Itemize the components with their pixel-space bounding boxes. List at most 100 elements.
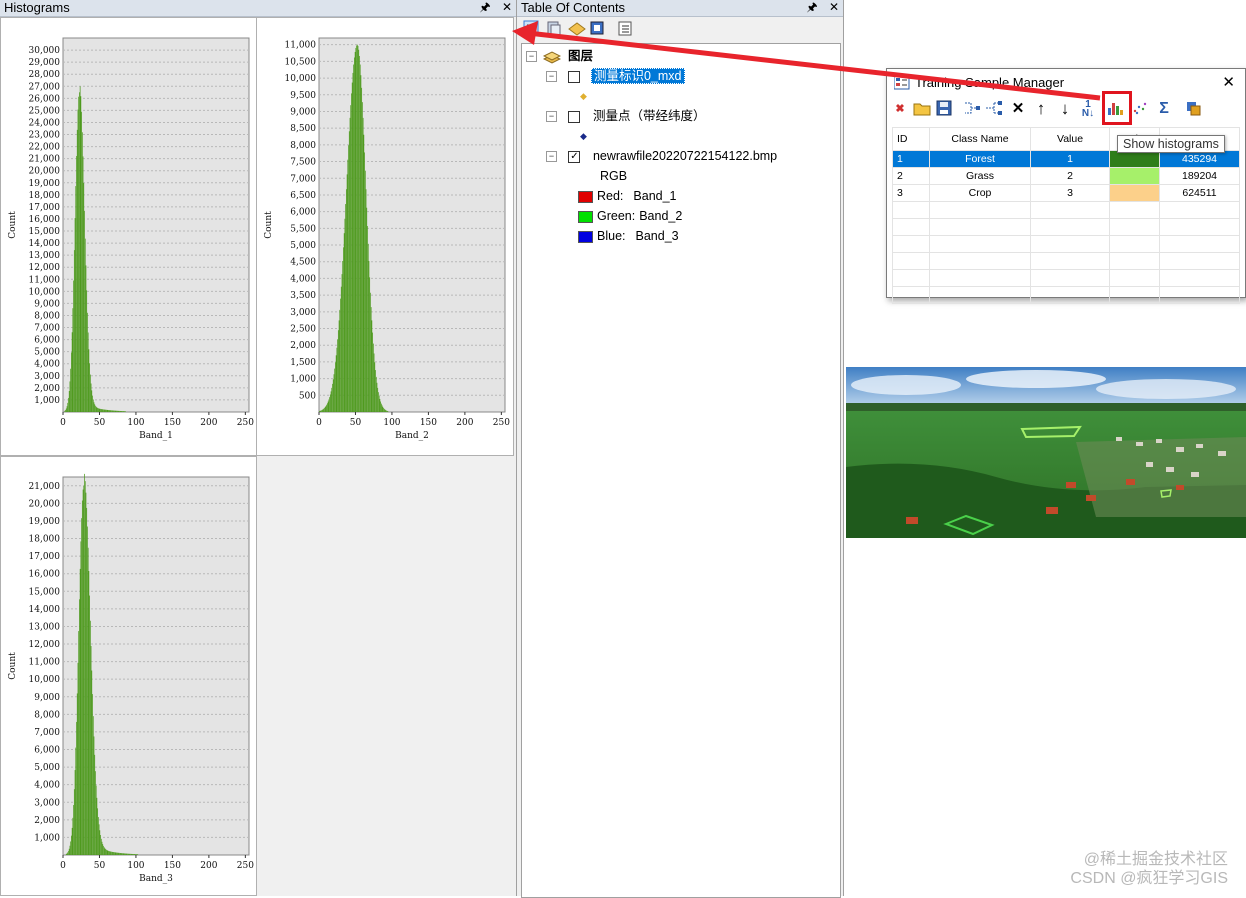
table-row[interactable]: 1 Forest 1 435294 — [891, 150, 1240, 168]
y-tick-label: 11,000 — [285, 41, 317, 51]
histogram-bar — [73, 250, 75, 412]
cell-id[interactable]: 2 — [891, 167, 931, 185]
new-class-icon[interactable]: ✖ — [891, 100, 909, 118]
histogram-bar — [68, 850, 69, 855]
cell-class-name[interactable]: Crop — [929, 184, 1031, 202]
collapse-icon[interactable]: − — [526, 51, 537, 63]
cell-class-name[interactable]: Grass — [929, 167, 1031, 185]
move-up-icon[interactable]: ↑ — [1032, 100, 1050, 118]
cell-color-swatch[interactable] — [1109, 150, 1161, 168]
options-icon[interactable] — [618, 21, 632, 36]
save-icon[interactable] — [935, 100, 953, 118]
histogram-bar — [323, 408, 325, 412]
histogram-bar — [127, 853, 129, 855]
tree-layer-2[interactable]: − ✓ newrawfile20220722154122.bmp — [546, 147, 777, 165]
tsm-titlebar[interactable]: Training Sample Manager ✕ — [887, 69, 1245, 97]
histogram-bar — [107, 409, 109, 412]
statistics-icon[interactable]: Σ — [1155, 100, 1173, 118]
layer-visibility-checkbox[interactable] — [568, 70, 581, 83]
close-icon[interactable]: ✕ — [1222, 69, 1235, 97]
split-icon[interactable] — [985, 100, 1003, 118]
list-by-source-icon[interactable] — [547, 21, 561, 37]
tree-layer-0[interactable]: − 测量标识0_mxd — [546, 67, 685, 85]
collapse-icon[interactable]: − — [546, 111, 557, 123]
layer-label[interactable]: 测量标识0_mxd — [590, 68, 685, 84]
y-tick-label: 13,000 — [29, 251, 61, 261]
merge-icon[interactable] — [963, 100, 981, 118]
table-row[interactable]: 3 Crop 3 624511 — [891, 184, 1240, 202]
histogram-bar — [73, 280, 74, 412]
move-down-icon[interactable]: ↓ — [1056, 100, 1074, 118]
y-tick-label: 21,000 — [29, 155, 61, 165]
cell-id[interactable]: 1 — [891, 150, 931, 168]
pin-icon[interactable]: 🖈 — [806, 0, 817, 14]
histogram-bar — [103, 847, 105, 855]
list-by-visibility-icon[interactable] — [568, 22, 586, 36]
histogram-bar — [66, 853, 68, 855]
histogram-bar — [387, 411, 389, 412]
histogram-bar — [114, 852, 116, 855]
histogram-bar — [324, 407, 325, 412]
cell-color-swatch[interactable] — [1109, 184, 1161, 202]
histograms-title-text: Histograms — [4, 0, 70, 15]
y-tick-label: 1,000 — [34, 833, 60, 843]
histogram-bar — [108, 851, 110, 855]
band-channel: Red: — [597, 189, 624, 203]
histogram-bar — [125, 853, 126, 855]
column-header-value[interactable]: Value — [1029, 127, 1111, 151]
histograms-panel-title: Histograms 🖈 ✕ — [0, 0, 516, 17]
cell-value[interactable]: 1 — [1029, 150, 1111, 168]
y-tick-label: 20,000 — [29, 167, 61, 177]
watermark-line-1: @稀土掘金技术社区 — [1083, 851, 1228, 868]
histogram-bar — [382, 406, 384, 412]
evaluate-icon[interactable] — [1185, 100, 1203, 118]
list-by-selection-icon[interactable] — [590, 21, 604, 35]
cell-value[interactable]: 2 — [1029, 167, 1111, 185]
cell-count[interactable]: 624511 — [1159, 184, 1240, 202]
delete-icon[interactable]: ✕ — [1009, 100, 1027, 118]
layer-visibility-checkbox[interactable] — [568, 110, 581, 123]
toc-panel: Table Of Contents 🖈 ✕ − 图层 − 测量标识0_mxd ◆… — [517, 0, 844, 898]
layer-visibility-checkbox[interactable]: ✓ — [568, 150, 581, 163]
reset-values-icon[interactable]: 1 N↓ — [1079, 100, 1097, 119]
layer-label[interactable]: newrawfile20220722154122.bmp — [593, 149, 777, 163]
column-header-id[interactable]: ID — [891, 127, 931, 151]
histogram-bar — [129, 853, 131, 855]
x-tick-label: 150 — [164, 861, 181, 871]
layer-label[interactable]: 测量点（带经纬度） — [593, 109, 706, 123]
histogram-bar — [319, 410, 321, 412]
histogram-bar — [95, 785, 97, 855]
cell-count[interactable]: 435294 — [1159, 150, 1240, 168]
histogram-bar — [82, 489, 84, 855]
table-row[interactable]: 2 Grass 2 189204 — [891, 167, 1240, 185]
histogram-bar — [130, 853, 132, 855]
y-tick-label: 14,000 — [29, 239, 61, 249]
histogram-bar — [351, 93, 352, 412]
cell-id[interactable]: 3 — [891, 184, 931, 202]
close-icon[interactable]: ✕ — [829, 0, 839, 14]
histogram-bar — [384, 409, 386, 412]
x-tick-label: 200 — [200, 418, 217, 428]
column-header-class-name[interactable]: Class Name — [929, 127, 1031, 151]
cell-value[interactable]: 3 — [1029, 184, 1111, 202]
histogram-bar — [332, 383, 333, 412]
cell-color-swatch[interactable] — [1109, 167, 1161, 185]
highlight-box — [1102, 91, 1132, 125]
histogram-bar — [345, 189, 347, 412]
histogram-bar — [67, 852, 69, 855]
histogram-bar — [118, 410, 120, 412]
cell-class-name[interactable]: Forest — [929, 150, 1031, 168]
tree-layer-1[interactable]: − 测量点（带经纬度） — [546, 107, 705, 125]
histogram-bar — [350, 105, 352, 413]
histogram-bar — [374, 362, 376, 412]
histogram-bar — [381, 405, 383, 412]
list-by-drawing-order-icon[interactable] — [523, 20, 539, 36]
open-folder-icon[interactable] — [913, 100, 931, 118]
close-icon[interactable]: ✕ — [502, 0, 512, 14]
scatterplot-icon[interactable] — [1131, 100, 1149, 118]
cell-count[interactable]: 189204 — [1159, 167, 1240, 185]
collapse-icon[interactable]: − — [546, 71, 557, 83]
collapse-icon[interactable]: − — [546, 151, 557, 163]
pin-icon[interactable]: 🖈 — [479, 0, 490, 14]
tree-root-layers[interactable]: − 图层 — [526, 47, 593, 65]
